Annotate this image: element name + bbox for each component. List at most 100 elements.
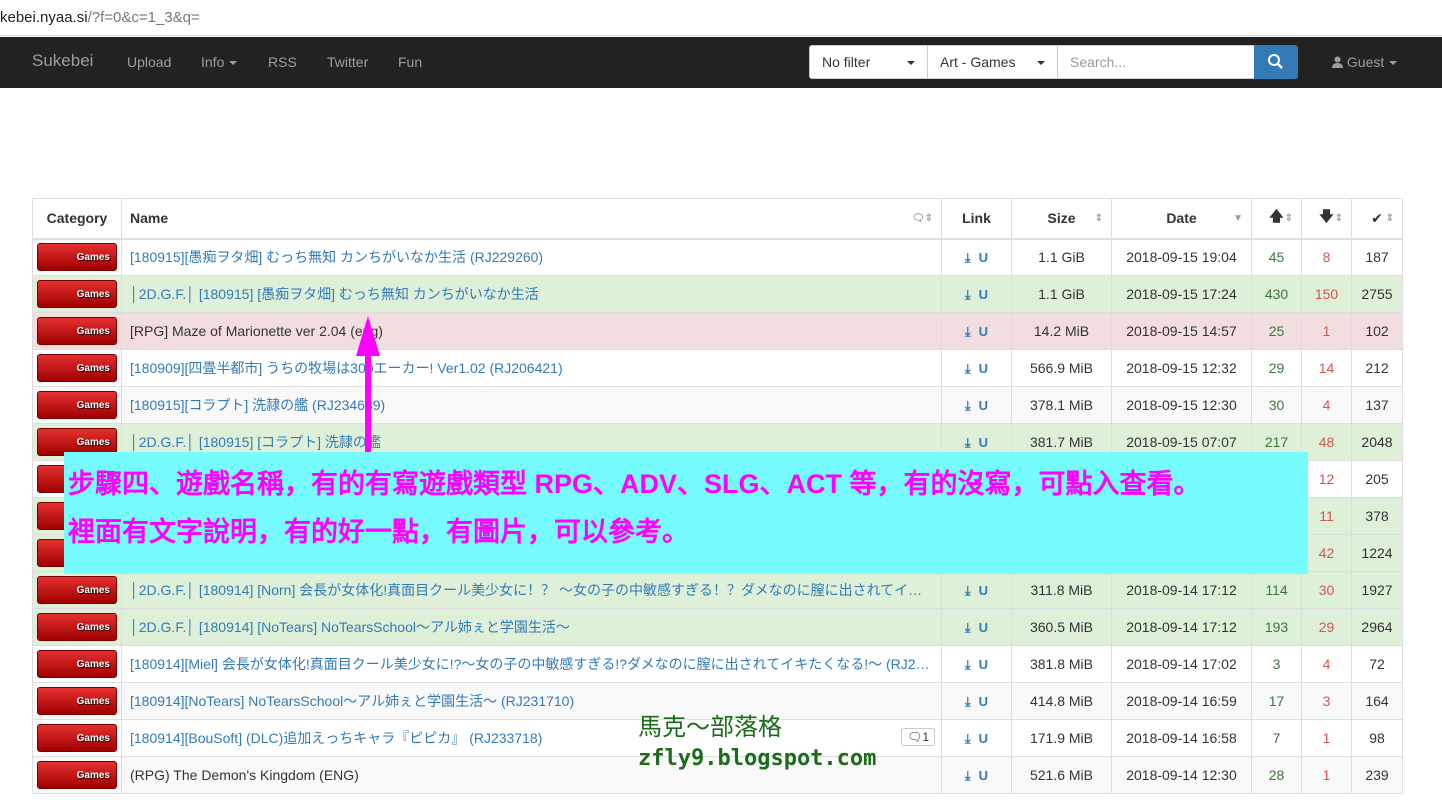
search-button[interactable]	[1254, 45, 1298, 79]
sort-icon: ⇕	[1385, 213, 1394, 224]
category-cell[interactable]: Games	[32, 719, 122, 757]
search-icon	[1268, 54, 1283, 69]
magnet-icon[interactable]: U	[979, 768, 988, 783]
download-icon[interactable]: ⤓	[965, 361, 971, 376]
category-badge[interactable]: Games	[37, 650, 117, 678]
download-icon[interactable]: ⤓	[965, 657, 971, 672]
link-cell: ⤓U	[941, 349, 1012, 387]
magnet-icon[interactable]: U	[979, 398, 988, 413]
date-cell: 2018-09-14 17:12	[1111, 608, 1252, 646]
category-badge[interactable]: Games	[37, 724, 117, 752]
category-cell[interactable]: Games	[32, 275, 122, 313]
download-icon[interactable]: ⤓	[965, 287, 971, 302]
magnet-icon[interactable]: U	[979, 694, 988, 709]
download-icon[interactable]: ⤓	[965, 620, 971, 635]
torrent-name[interactable]: │2D.G.F.│ [180914] [NoTears] NoTearsScho…	[121, 608, 942, 646]
nav-info[interactable]: Info	[201, 54, 238, 70]
category-badge[interactable]: Games	[37, 243, 117, 272]
header-seeders[interactable]: 🡅 ⇕	[1251, 198, 1302, 240]
search-input[interactable]: Search...	[1057, 45, 1255, 79]
category-cell[interactable]: Games	[32, 312, 122, 350]
category-badge[interactable]: Games	[37, 687, 117, 715]
header-size[interactable]: Size ⇕	[1011, 198, 1112, 240]
magnet-icon[interactable]: U	[979, 731, 988, 746]
magnet-icon[interactable]: U	[979, 583, 988, 598]
torrent-name[interactable]: │2D.G.F.│ [180914] [Norn] 会長が女体化!真面目クール美…	[121, 571, 942, 609]
category-cell[interactable]: Games	[32, 238, 122, 276]
seeders-cell: 30	[1251, 386, 1302, 424]
size-cell: 378.1 MiB	[1011, 386, 1112, 424]
date-cell: 2018-09-15 19:04	[1111, 238, 1252, 276]
category-cell[interactable]: Games	[32, 682, 122, 720]
download-icon[interactable]: ⤓	[965, 694, 971, 709]
leechers-cell: 1	[1301, 312, 1352, 350]
url-text[interactable]: kebei.nyaa.si/?f=0&c=1_3&q=	[0, 9, 200, 26]
download-icon[interactable]: ⤓	[965, 768, 971, 783]
category-badge[interactable]: Games	[37, 613, 117, 641]
comments-sort-icon[interactable]: 🗨⇕	[912, 213, 933, 224]
download-icon[interactable]: ⤓	[965, 583, 971, 598]
leechers-cell: 30	[1301, 571, 1352, 609]
category-cell[interactable]: Games	[32, 608, 122, 646]
link-cell: ⤓U	[941, 238, 1012, 276]
torrent-name[interactable]: [180915][愚痴ヲタ畑] むっち無知 カンちがいなか生活 (RJ22926…	[121, 238, 942, 276]
torrent-name[interactable]: [180914][NoTears] NoTearsSchool～アル姉ぇと学園生…	[121, 682, 942, 720]
comments-badge[interactable]: 🗨1	[901, 728, 935, 746]
link-cell: ⤓U	[941, 386, 1012, 424]
torrent-name[interactable]: [180914][Miel] 会長が女体化!真面目クール美少女に!?～女の子の中…	[121, 645, 942, 683]
magnet-icon[interactable]: U	[979, 287, 988, 302]
header-date[interactable]: Date ▼	[1111, 198, 1252, 240]
filter-select[interactable]: No filter	[809, 45, 928, 79]
torrent-name[interactable]: [180915][コラプト] 洗隷の艦 (RJ234639)	[121, 386, 942, 424]
category-cell[interactable]: Games	[32, 571, 122, 609]
category-select[interactable]: Art - Games	[927, 45, 1058, 79]
header-category[interactable]: Category	[32, 198, 122, 240]
brand-logo[interactable]: Sukebei	[32, 51, 93, 71]
download-icon[interactable]: ⤓	[965, 250, 971, 265]
annotation-line-2: 裡面有文字說明，有的好一點，有圖片，可以參考。	[68, 517, 689, 547]
category-badge[interactable]: Games	[37, 761, 117, 789]
torrent-name[interactable]: │2D.G.F.│ [180915] [愚痴ヲタ畑] むっち無知 カンちがいなか…	[121, 275, 942, 313]
leechers-cell: 48	[1301, 423, 1352, 461]
arrow-down-icon: 🡇	[1319, 208, 1334, 225]
magnet-icon[interactable]: U	[979, 361, 988, 376]
magnet-icon[interactable]: U	[979, 620, 988, 635]
header-name[interactable]: Name 🗨⇕	[121, 198, 942, 240]
nav-upload[interactable]: Upload	[127, 54, 171, 70]
category-badge[interactable]: Games	[37, 354, 117, 382]
magnet-icon[interactable]: U	[979, 657, 988, 672]
browser-address-bar[interactable]: kebei.nyaa.si/?f=0&c=1_3&q=	[0, 0, 1442, 36]
category-badge[interactable]: Games	[37, 576, 117, 604]
magnet-icon[interactable]: U	[979, 435, 988, 450]
category-cell[interactable]: Games	[32, 386, 122, 424]
download-icon[interactable]: ⤓	[965, 324, 971, 339]
annotation-line-1: 步驟四、遊戲名稱，有的有寫遊戲類型 RPG、ADV、SLG、ACT 等，有的沒寫…	[68, 469, 1201, 499]
leechers-cell: 11	[1301, 497, 1352, 535]
torrent-name[interactable]: [180909][四畳半都市] うちの牧場は300エーカー! Ver1.02 (…	[121, 349, 942, 387]
category-cell[interactable]: Games	[32, 349, 122, 387]
user-menu[interactable]: Guest	[1332, 54, 1398, 70]
header-completed[interactable]: ✔ ⇕	[1351, 198, 1403, 240]
magnet-icon[interactable]: U	[979, 324, 988, 339]
completed-cell: 72	[1351, 645, 1403, 683]
nav-twitter[interactable]: Twitter	[327, 54, 368, 70]
leechers-cell: 29	[1301, 608, 1352, 646]
download-icon[interactable]: ⤓	[965, 398, 971, 413]
torrent-name[interactable]: [RPG] Maze of Marionette ver 2.04 (eng)	[121, 312, 942, 350]
nav-fun[interactable]: Fun	[398, 54, 422, 70]
download-icon[interactable]: ⤓	[965, 435, 971, 450]
download-icon[interactable]: ⤓	[965, 731, 971, 746]
completed-cell: 2964	[1351, 608, 1403, 646]
magnet-icon[interactable]: U	[979, 250, 988, 265]
seeders-cell: 7	[1251, 719, 1302, 757]
category-cell[interactable]: Games	[32, 645, 122, 683]
link-cell: ⤓U	[941, 608, 1012, 646]
link-cell: ⤓U	[941, 682, 1012, 720]
header-leechers[interactable]: 🡇 ⇕	[1301, 198, 1352, 240]
category-cell[interactable]: Games	[32, 756, 122, 794]
chevron-down-icon	[229, 61, 238, 66]
category-badge[interactable]: Games	[37, 317, 117, 345]
nav-rss[interactable]: RSS	[268, 54, 297, 70]
category-badge[interactable]: Games	[37, 391, 117, 419]
category-badge[interactable]: Games	[37, 280, 117, 308]
